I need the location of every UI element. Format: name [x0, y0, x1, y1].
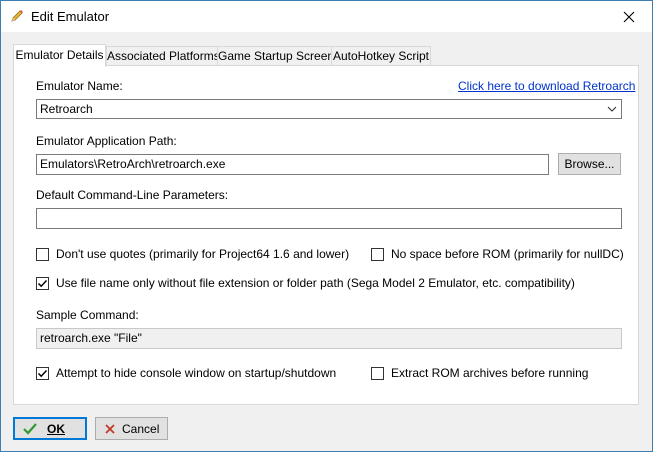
- emulator-name-label: Emulator Name:: [36, 79, 123, 93]
- cancel-label: Cancel: [122, 421, 160, 436]
- close-button[interactable]: [606, 1, 652, 32]
- no-space-before-rom-checkbox[interactable]: No space before ROM (primarily for nullD…: [371, 247, 624, 261]
- sample-command-field: retroarch.exe "File": [36, 328, 622, 349]
- filename-only-label: Use file name only without file extensio…: [56, 276, 575, 290]
- cancel-x-icon: [105, 423, 115, 434]
- command-line-parameters-label: Default Command-Line Parameters:: [36, 188, 229, 202]
- emulator-name-combobox[interactable]: Retroarch: [36, 99, 622, 119]
- checkbox-box: [36, 276, 49, 290]
- title-bar: Edit Emulator: [1, 1, 652, 32]
- emulator-name-value: Retroarch: [40, 102, 93, 116]
- tab-autohotkey-script[interactable]: AutoHotkey Script: [331, 46, 431, 65]
- tab-emulator-details[interactable]: Emulator Details: [13, 44, 106, 67]
- chevron-down-icon: [607, 106, 617, 112]
- hide-console-label: Attempt to hide console window on startu…: [56, 366, 337, 380]
- edit-emulator-dialog: Edit Emulator Emulator Details Associate…: [0, 0, 653, 452]
- ok-label: OK: [47, 421, 65, 436]
- checkmark-icon: [37, 369, 48, 377]
- emulator-details-panel: Emulator Name: Click here to download Re…: [13, 65, 639, 405]
- close-icon: [623, 11, 635, 22]
- ok-button[interactable]: OK: [13, 417, 87, 440]
- application-path-label: Emulator Application Path:: [36, 134, 177, 148]
- download-retroarch-link[interactable]: Click here to download Retroarch: [458, 79, 635, 93]
- filename-only-checkbox[interactable]: Use file name only without file extensio…: [36, 276, 575, 290]
- browse-button[interactable]: Browse...: [558, 153, 621, 175]
- extract-rom-archives-checkbox[interactable]: Extract ROM archives before running: [371, 366, 588, 380]
- checkbox-box: [36, 247, 49, 261]
- cancel-button[interactable]: Cancel: [95, 417, 168, 440]
- checkmark-icon: [23, 422, 37, 435]
- tab-associated-platforms[interactable]: Associated Platforms: [106, 46, 220, 65]
- window-title: Edit Emulator: [31, 9, 110, 24]
- tab-game-startup-screen[interactable]: Game Startup Screen: [217, 46, 334, 65]
- dont-use-quotes-label: Don't use quotes (primarily for Project6…: [56, 247, 350, 261]
- pencil-icon: [9, 8, 25, 24]
- dont-use-quotes-checkbox[interactable]: Don't use quotes (primarily for Project6…: [36, 247, 349, 261]
- hide-console-checkbox[interactable]: Attempt to hide console window on startu…: [36, 366, 336, 380]
- checkbox-box: [371, 366, 384, 380]
- command-line-parameters-input[interactable]: [36, 208, 622, 229]
- sample-command-label: Sample Command:: [36, 308, 139, 322]
- no-space-before-rom-label: No space before ROM (primarily for nullD…: [391, 247, 624, 261]
- application-path-input[interactable]: Emulators\RetroArch\retroarch.exe: [36, 154, 549, 175]
- checkbox-box: [36, 366, 49, 380]
- checkmark-icon: [37, 279, 48, 287]
- checkbox-box: [371, 247, 384, 261]
- extract-rom-archives-label: Extract ROM archives before running: [391, 366, 589, 380]
